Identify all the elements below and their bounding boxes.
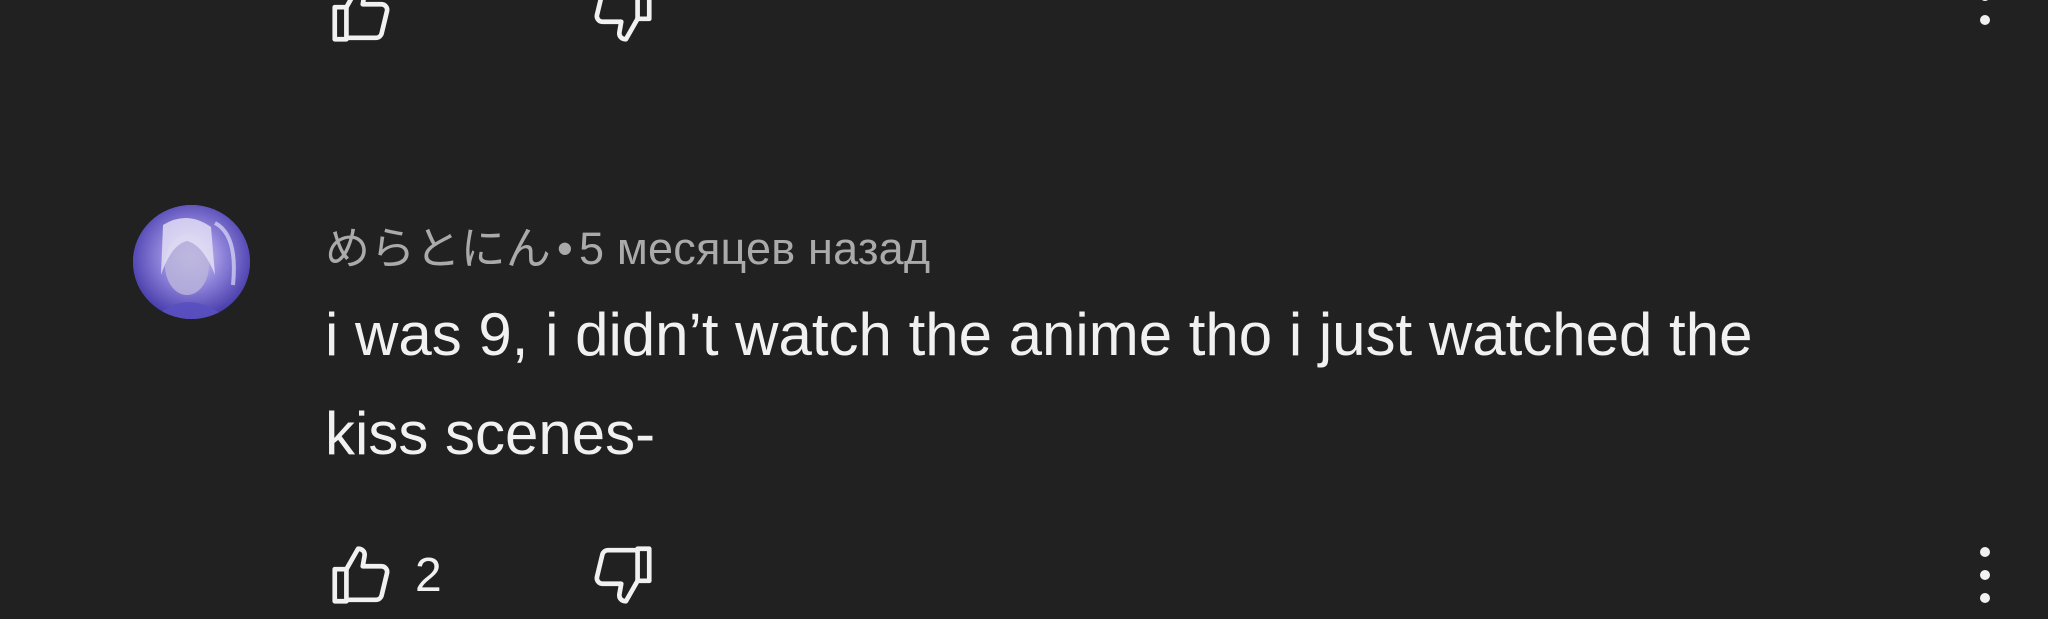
thumb-up-icon [332, 546, 390, 604]
like-count: 2 [415, 548, 442, 602]
dislike-button[interactable] [587, 540, 659, 610]
previous-like-button[interactable] [325, 0, 397, 48]
more-vertical-icon [1980, 0, 1990, 25]
comment-text: i was 9, i didn’t watch the anime tho i … [325, 301, 1753, 467]
meta-separator: • [557, 223, 573, 274]
previous-more-options-button[interactable] [1965, 0, 2005, 48]
thumb-up-icon [332, 0, 390, 42]
avatar-image [133, 205, 250, 319]
comment-actions: 2 [325, 540, 2025, 610]
avatar[interactable] [133, 205, 250, 319]
previous-comment-actions [325, 0, 2025, 48]
previous-dislike-button[interactable] [587, 0, 659, 48]
thumb-down-icon [594, 546, 652, 604]
comment-meta: めらとにん • 5 месяцев назад [325, 212, 930, 277]
like-button[interactable]: 2 [325, 540, 465, 610]
author-name[interactable]: めらとにん [325, 223, 551, 274]
thumb-down-icon [594, 0, 652, 42]
more-vertical-icon [1980, 547, 1990, 603]
comment-timestamp[interactable]: 5 месяцев назад [579, 223, 930, 274]
more-options-button[interactable] [1965, 540, 2005, 610]
